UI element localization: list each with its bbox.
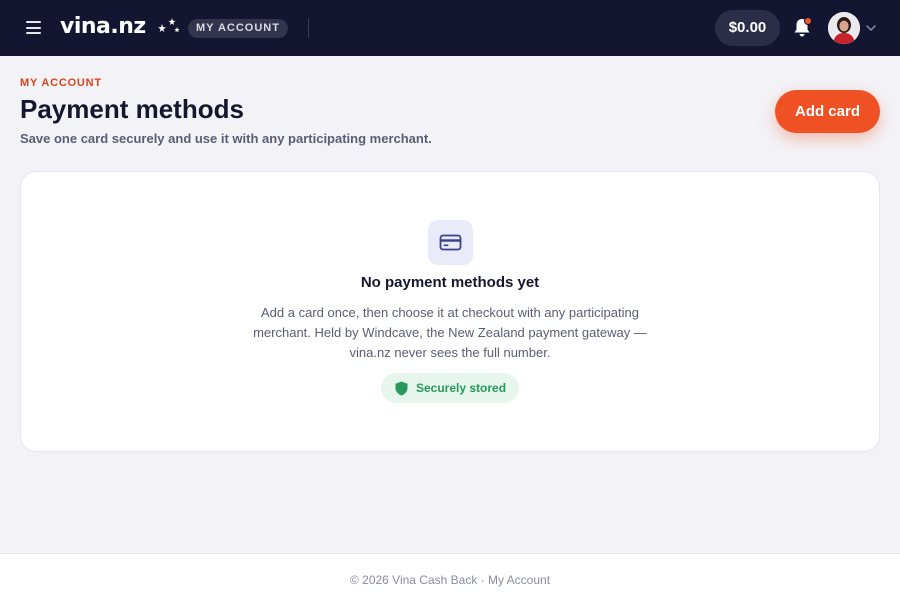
empty-state-title: No payment methods yet	[360, 274, 540, 291]
credit-card-icon	[428, 220, 473, 265]
payment-methods-panel: No payment methods yet Add a card once, …	[20, 171, 880, 452]
secure-badge-label: Securely stored	[416, 381, 507, 395]
page-subtitle: Save one card securely and use it with a…	[20, 131, 432, 146]
stars-icon	[158, 18, 180, 33]
divider	[308, 18, 309, 38]
footer: © 2026 Vina Cash Back · My Account	[0, 553, 900, 604]
empty-state-description: Add a card once, then choose it at check…	[253, 305, 647, 360]
footer-text: © 2026 Vina Cash Back · My Account	[349, 573, 551, 587]
logo[interactable]: vina.nz	[60, 13, 146, 41]
add-card-button[interactable]: Add card	[775, 90, 880, 133]
balance-button[interactable]: $0.00	[715, 10, 780, 46]
notification-dot	[804, 17, 812, 25]
chevron-down-icon[interactable]	[865, 22, 877, 34]
section-pill: MY ACCOUNT	[188, 19, 288, 38]
secure-badge: Securely stored	[381, 373, 519, 403]
page-title: Payment methods	[20, 94, 244, 124]
top-bar: vina.nz MY ACCOUNT $0.00	[0, 0, 900, 56]
avatar-image	[828, 12, 860, 44]
menu-icon[interactable]	[26, 21, 41, 34]
avatar[interactable]	[828, 12, 860, 44]
eyebrow-label: MY ACCOUNT	[20, 77, 102, 89]
shield-icon	[395, 381, 408, 396]
